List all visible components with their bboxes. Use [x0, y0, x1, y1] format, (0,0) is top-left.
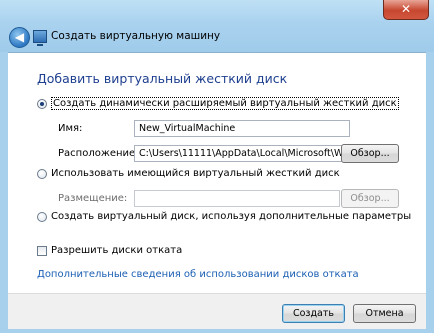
window-frame-right	[426, 52, 434, 333]
undo-disks-label[interactable]: Разрешить диски отката	[51, 245, 182, 256]
back-arrow-icon: ◀	[14, 30, 25, 44]
create-button[interactable]: Создать	[282, 304, 345, 323]
back-button[interactable]: ◀	[9, 27, 30, 48]
close-button[interactable]: ✕	[383, 0, 429, 20]
location-input[interactable]: C:\Users\11111\AppData\Local\Microsoft\W…	[134, 145, 350, 162]
radio-dynamic-disk-label[interactable]: Создать динамически расширяемый виртуаль…	[51, 97, 399, 110]
virtual-pc-icon	[33, 30, 47, 46]
radio-advanced-disk[interactable]	[37, 212, 47, 222]
radio-existing-disk[interactable]	[37, 169, 47, 179]
undo-disks-checkbox[interactable]	[37, 246, 47, 256]
window-title: Создать виртуальную машину	[51, 30, 221, 42]
location-label: Расположение:	[58, 148, 139, 159]
dialog-footer: Создать Отмена	[8, 293, 426, 329]
window-titlebar	[0, 0, 434, 52]
placement-label: Размещение:	[58, 193, 128, 204]
browse-existing-button[interactable]: Обзор...	[341, 189, 399, 208]
name-label: Имя:	[58, 123, 83, 134]
placement-input[interactable]	[134, 190, 340, 207]
cancel-button[interactable]: Отмена	[353, 304, 416, 323]
browse-location-button[interactable]: Обзор...	[341, 144, 399, 163]
undo-disks-help-link[interactable]: Дополнительные сведения об использовании…	[37, 269, 359, 280]
page-heading: Добавить виртуальный жесткий диск	[37, 71, 288, 86]
wizard-content: Добавить виртуальный жесткий диск Создат…	[8, 52, 426, 294]
radio-advanced-disk-label[interactable]: Создать виртуальный диск, используя допо…	[51, 211, 411, 222]
window-frame-left	[0, 52, 8, 333]
radio-dynamic-disk[interactable]	[37, 99, 47, 109]
name-input[interactable]: New_VirtualMachine	[134, 120, 350, 137]
close-icon: ✕	[400, 2, 412, 16]
radio-existing-disk-label[interactable]: Использовать имеющийся виртуальный жестк…	[51, 168, 340, 179]
